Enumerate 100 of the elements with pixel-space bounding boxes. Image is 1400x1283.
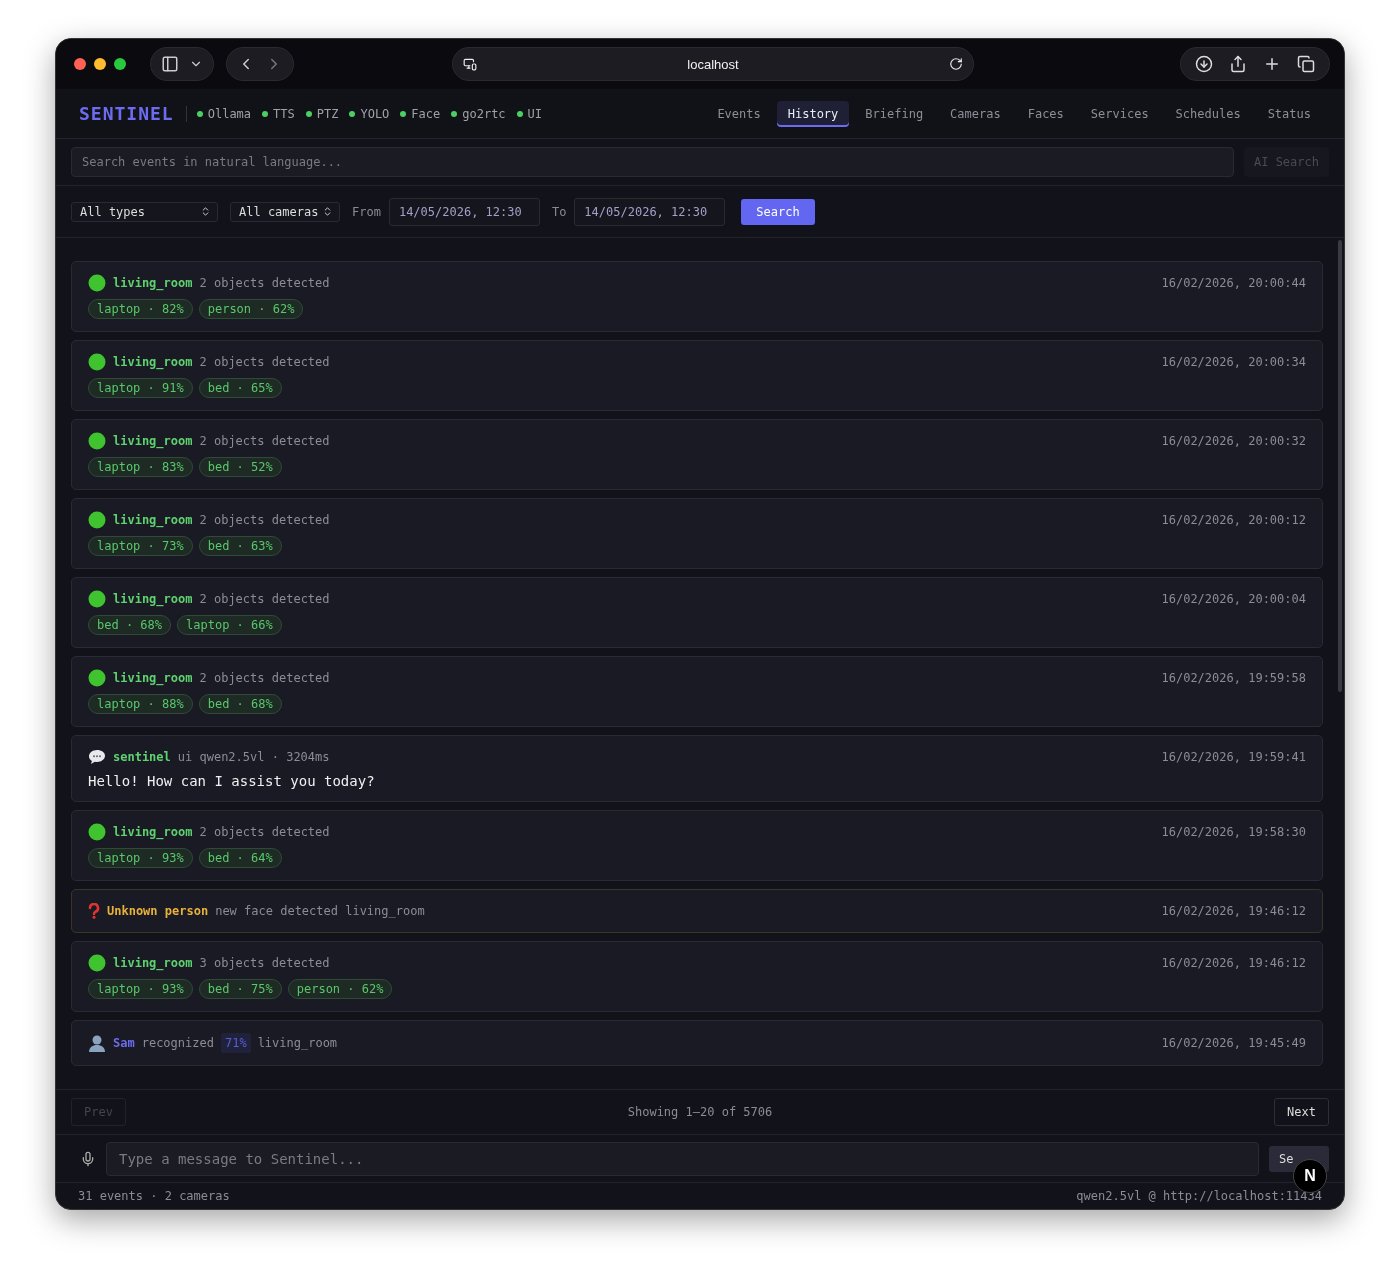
event-summary: new face detected living_room — [215, 903, 425, 920]
status-circle-icon — [88, 353, 106, 371]
detection-event-card[interactable]: living_room 2 objects detected 16/02/2026, 20:00:34 laptop · 91% bed · 65% — [71, 340, 1323, 411]
scrollbar-thumb[interactable] — [1338, 240, 1342, 692]
object-tag: laptop · 73% — [88, 536, 193, 556]
object-tag: bed · 68% — [198, 694, 282, 714]
status-dot — [196, 110, 203, 117]
detection-event-card[interactable]: living_room 2 objects detected 16/02/2026, 19:59:58 laptop · 88% bed · 68% — [71, 656, 1323, 727]
tabs-button[interactable] — [1297, 55, 1315, 73]
detection-event-card[interactable]: living_room 2 objects detected 16/02/2026, 20:00:04 bed · 68% laptop · 66% — [71, 577, 1323, 648]
service-status: UI — [516, 106, 543, 121]
sort-arrows-icon — [200, 206, 211, 217]
chat-meta: ui qwen2.5vl · 3204ms — [177, 749, 330, 766]
object-tag: laptop · 83% — [88, 457, 193, 477]
nav-tab[interactable]: Services — [1079, 100, 1160, 127]
camera-name: living_room — [113, 670, 193, 687]
nav-tab[interactable]: Cameras — [939, 100, 1012, 127]
camera-name: living_room — [113, 591, 193, 608]
status-dot — [262, 110, 269, 117]
detection-event-card[interactable]: living_room 2 objects detected 16/02/2026, 19:58:30 laptop · 93% bed · 64% — [71, 810, 1323, 881]
event-summary: 2 objects detected — [199, 670, 330, 687]
to-label: To — [551, 204, 567, 219]
status-dot — [451, 110, 458, 117]
nav-tab[interactable]: History — [776, 100, 850, 127]
object-tag: person · 62% — [287, 979, 393, 999]
event-summary: 2 objects detected — [199, 591, 330, 608]
minimize-button[interactable] — [94, 58, 106, 70]
status-dot — [349, 110, 356, 117]
sidebar-icon — [161, 55, 179, 73]
event-time: 16/02/2026, 19:58:30 — [1161, 824, 1306, 841]
event-summary: 2 objects detected — [199, 512, 330, 529]
face-event-card[interactable]: Unknown person new face detected living_room 16/02/2026, 19:46:12 — [71, 889, 1323, 933]
search-button[interactable]: Search — [741, 198, 815, 225]
person-name: Unknown person — [107, 903, 209, 920]
nav-tab[interactable]: Events — [706, 100, 772, 127]
next-button[interactable]: Next — [1274, 1098, 1329, 1126]
camera-name: living_room — [113, 955, 193, 972]
camera-name: living_room — [113, 354, 193, 371]
maximize-button[interactable] — [114, 58, 126, 70]
status-circle-icon — [88, 274, 106, 292]
status-dot — [400, 110, 407, 117]
object-tag: laptop · 66% — [177, 615, 282, 635]
face-event-card[interactable]: Sam recognized 71% living_room 16/02/2026, 19:45:49 — [71, 1020, 1323, 1066]
service-status: go2rtc — [451, 106, 506, 121]
camera-select[interactable]: All cameras — [230, 201, 340, 222]
page-icon — [463, 57, 477, 71]
chat-source: sentinel — [113, 749, 171, 766]
status-summary: 31 events · 2 cameras — [78, 1189, 230, 1203]
object-tag: person · 62% — [198, 299, 304, 319]
nav-tab[interactable]: Faces — [1016, 100, 1075, 127]
event-time: 16/02/2026, 20:00:04 — [1161, 591, 1306, 608]
close-button[interactable] — [74, 58, 86, 70]
object-tag: bed · 64% — [198, 848, 282, 868]
address-bar[interactable]: localhost — [452, 47, 974, 81]
chat-event-card[interactable]: sentinel ui qwen2.5vl · 3204ms 16/02/2026, 19:59:41 Hello! How can I assist you today? — [71, 735, 1323, 802]
event-time: 16/02/2026, 20:00:12 — [1161, 512, 1306, 529]
nav-tab[interactable]: Briefing — [854, 100, 935, 127]
url-text: localhost — [686, 56, 740, 72]
event-time: 16/02/2026, 19:46:12 — [1161, 955, 1306, 972]
microphone-icon[interactable] — [80, 1150, 96, 1167]
share-button[interactable] — [1229, 55, 1247, 73]
status-dot — [305, 110, 312, 117]
status-circle-icon — [88, 511, 106, 529]
object-tag: laptop · 91% — [88, 378, 193, 398]
question-mark-icon — [88, 903, 100, 919]
status-circle-icon — [88, 954, 106, 972]
reload-icon[interactable] — [949, 57, 963, 71]
sidebar-control[interactable] — [150, 47, 214, 81]
from-label: From — [352, 204, 381, 219]
search-field[interactable]: Search events in natural language... — [71, 147, 1234, 177]
detection-event-card[interactable]: living_room 2 objects detected 16/02/2026, 20:00:12 laptop · 73% bed · 63% — [71, 498, 1323, 569]
object-tag: bed · 52% — [198, 457, 282, 477]
event-summary: 2 objects detected — [199, 275, 330, 292]
person-name: Sam — [113, 1035, 135, 1052]
download-button[interactable] — [1195, 55, 1213, 73]
nav-tab[interactable]: Status — [1256, 100, 1322, 127]
event-time: 16/02/2026, 19:59:41 — [1161, 749, 1306, 766]
detection-event-card[interactable]: living_room 2 objects detected 16/02/2026, 20:00:32 laptop · 83% bed · 52% — [71, 419, 1323, 490]
event-time: 16/02/2026, 20:00:44 — [1161, 275, 1306, 292]
nav-tab[interactable]: Schedules — [1164, 100, 1252, 127]
camera-name: living_room — [113, 512, 193, 529]
detection-event-card[interactable]: living_room 2 objects detected 16/02/2026, 20:00:44 laptop · 82% person · 62% — [71, 261, 1323, 332]
type-select[interactable]: All types — [71, 201, 218, 222]
object-tag: laptop · 82% — [88, 299, 193, 319]
object-tag: bed · 65% — [198, 378, 282, 398]
status-circle-icon — [88, 432, 106, 450]
service-status: Face — [400, 106, 441, 121]
detection-event-card[interactable]: living_room 3 objects detected 16/02/2026, 19:46:12 laptop · 93% bed · 75% person · 62% — [71, 941, 1323, 1012]
to-date-field[interactable]: 14/05/2026, 12:30 — [574, 197, 726, 226]
event-summary: 2 objects detected — [199, 433, 330, 450]
app-logo: SENTINEL — [79, 103, 174, 124]
service-status: Ollama — [196, 106, 252, 121]
new-tab-button[interactable] — [1263, 55, 1281, 73]
status-circle-icon — [88, 669, 106, 687]
from-date-field[interactable]: 14/05/2026, 12:30 — [388, 197, 540, 226]
event-time: 16/02/2026, 19:46:12 — [1161, 903, 1306, 920]
event-summary: recognized — [141, 1035, 214, 1052]
camera-name: living_room — [113, 433, 193, 450]
event-summary: 2 objects detected — [199, 824, 330, 841]
message-field[interactable]: Type a message to Sentinel... — [106, 1141, 1259, 1176]
